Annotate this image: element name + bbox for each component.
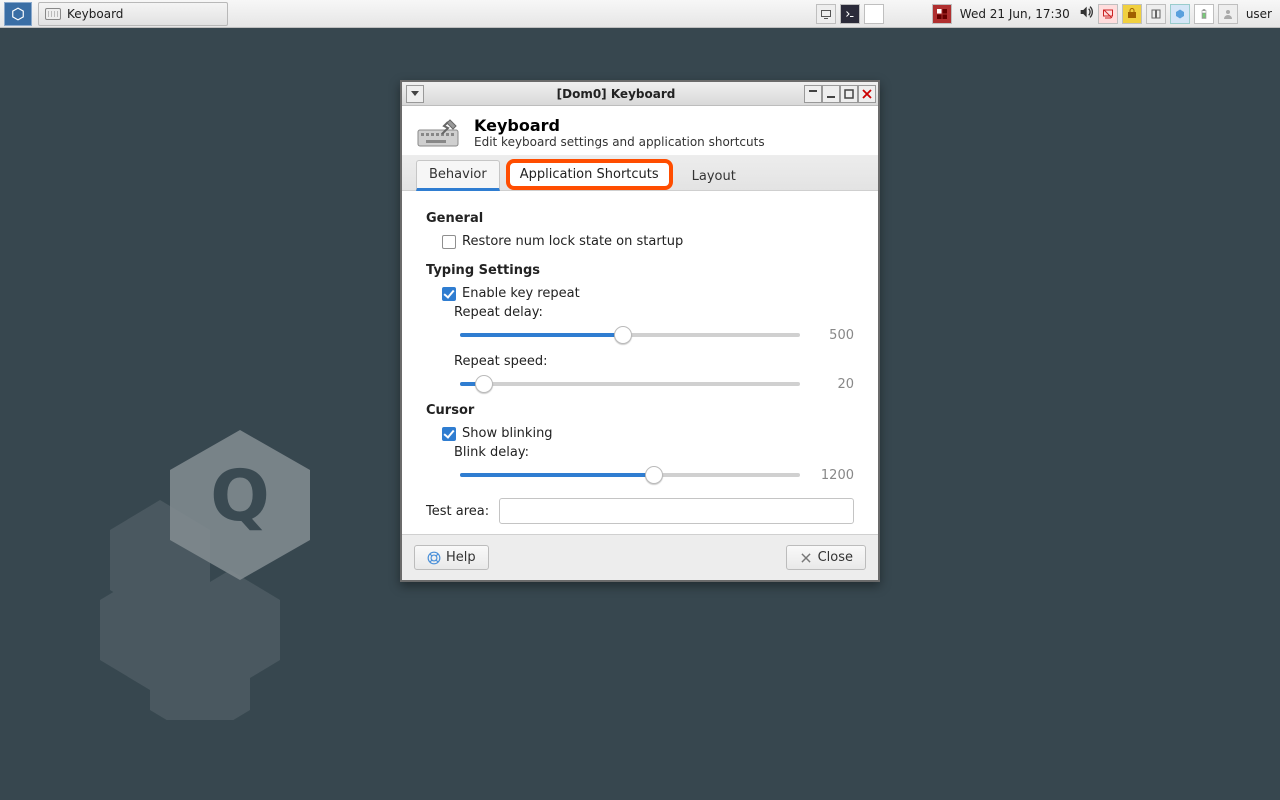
close-icon [799, 551, 813, 565]
clock[interactable]: Wed 21 Jun, 17:30 [956, 7, 1074, 21]
checkbox-restore-numlock[interactable] [442, 235, 456, 249]
network-disconnected-icon[interactable] [1098, 4, 1118, 24]
tab-application-shortcuts[interactable]: Application Shortcuts [506, 159, 673, 190]
header-subtitle: Edit keyboard settings and application s… [474, 135, 765, 149]
window-footer: Help Close [402, 534, 878, 580]
label-show-blinking: Show blinking [462, 426, 553, 441]
keyboard-icon [45, 8, 61, 20]
qubes-tray-icon[interactable] [1170, 4, 1190, 24]
section-general: General [426, 211, 854, 226]
label-blink-delay: Blink delay: [454, 445, 854, 460]
window-menu-icon[interactable] [406, 85, 424, 103]
section-cursor: Cursor [426, 403, 854, 418]
minimize-button[interactable] [822, 85, 840, 103]
tab-behavior[interactable]: Behavior [416, 160, 500, 191]
value-repeat-speed: 20 [814, 377, 854, 392]
value-blink-delay: 1200 [814, 468, 854, 483]
help-icon [427, 551, 441, 565]
volume-icon[interactable] [1078, 4, 1094, 23]
svg-text:Q: Q [210, 455, 270, 537]
qubes-menu-icon[interactable] [4, 2, 32, 26]
checkbox-enable-repeat[interactable] [442, 287, 456, 301]
tray-terminal-icon[interactable] [840, 4, 860, 24]
updates-icon[interactable] [1122, 4, 1142, 24]
label-repeat-delay: Repeat delay: [454, 305, 854, 320]
slider-repeat-delay[interactable] [460, 326, 800, 344]
system-tray: Wed 21 Jun, 17:30 user [816, 4, 1280, 24]
shade-button[interactable] [804, 85, 822, 103]
top-panel: Keyboard Wed 21 Jun, 17:30 user [0, 0, 1280, 28]
keyboard-window: [Dom0] Keyboard Keyboard Edit keyboard s… [400, 80, 880, 582]
window-title: [Dom0] Keyboard [428, 87, 804, 101]
tabs: Behavior Application Shortcuts Layout [402, 155, 878, 191]
label-restore-numlock: Restore num lock state on startup [462, 234, 683, 249]
label-repeat-speed: Repeat speed: [454, 354, 854, 369]
help-button[interactable]: Help [414, 545, 489, 570]
tray-display-icon[interactable] [816, 4, 836, 24]
help-button-label: Help [446, 550, 476, 565]
close-button[interactable]: Close [786, 545, 866, 570]
user-icon[interactable] [1218, 4, 1238, 24]
battery-icon[interactable] [1194, 4, 1214, 24]
window-header: Keyboard Edit keyboard settings and appl… [402, 106, 878, 155]
checkbox-show-blinking[interactable] [442, 427, 456, 441]
close-button-label: Close [818, 550, 853, 565]
devices-icon[interactable] [1146, 4, 1166, 24]
taskbar-app-label: Keyboard [67, 7, 123, 21]
titlebar[interactable]: [Dom0] Keyboard [402, 82, 878, 106]
value-repeat-delay: 500 [814, 328, 854, 343]
slider-blink-delay[interactable] [460, 466, 800, 484]
test-area-input[interactable] [499, 498, 854, 524]
keyboard-header-icon [416, 118, 462, 148]
maximize-button[interactable] [840, 85, 858, 103]
section-typing: Typing Settings [426, 263, 854, 278]
label-enable-repeat: Enable key repeat [462, 286, 580, 301]
slider-repeat-speed[interactable] [460, 375, 800, 393]
desktop-qubes-logo: Q [100, 420, 340, 720]
close-window-button[interactable] [858, 85, 876, 103]
header-title: Keyboard [474, 116, 765, 135]
username-label[interactable]: user [1242, 7, 1276, 21]
label-test-area: Test area: [426, 504, 489, 519]
taskbar-app-keyboard[interactable]: Keyboard [38, 2, 228, 26]
tab-layout[interactable]: Layout [679, 162, 749, 190]
tab-content-behavior: General Restore num lock state on startu… [402, 191, 878, 534]
tray-workspace-icon[interactable] [932, 4, 952, 24]
tray-blank-icon[interactable] [864, 4, 884, 24]
